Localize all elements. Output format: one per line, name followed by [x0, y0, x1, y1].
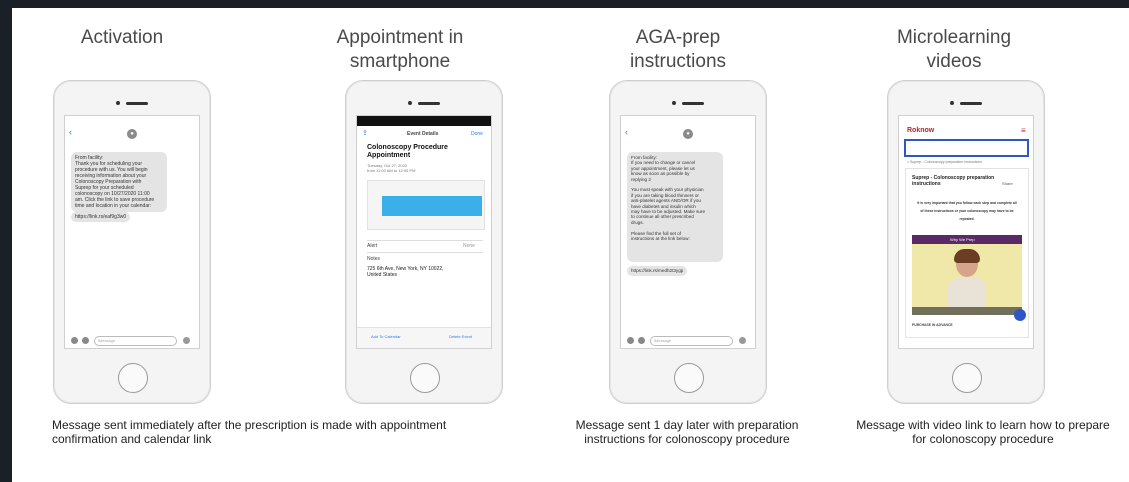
phone-screen: ‹ ● From facility: If you need to change…	[620, 115, 756, 349]
content-card: Suprep - Colonoscopy preparation instruc…	[905, 168, 1029, 338]
video-title: Why We Prep	[950, 237, 975, 242]
back-arrow-icon[interactable]: ‹	[625, 128, 628, 137]
home-button[interactable]	[952, 363, 982, 393]
calendar-link[interactable]: https://link.rs/eaf9g3w0	[71, 212, 131, 222]
send-icon[interactable]	[183, 337, 190, 344]
divider	[367, 252, 483, 253]
section-label: PURCHASE IN ADVANCE	[912, 323, 953, 327]
title-appointment: Appointment in smartphone	[336, 27, 464, 72]
menu-icon[interactable]: ≡	[1021, 126, 1026, 135]
share-icon[interactable]: ⇪	[362, 129, 368, 137]
phone-activation: ‹ ● From facility: Thank you for schedul…	[53, 80, 211, 404]
phone-microlearning: Roknow ≡ < Suprep - Colonoscopy preparat…	[887, 80, 1045, 404]
status-bar	[357, 116, 491, 126]
message-bubble: From facility: Thank you for scheduling …	[71, 152, 167, 212]
back-arrow-icon[interactable]: ‹	[69, 128, 72, 137]
alert-value[interactable]: None	[463, 243, 475, 249]
camera-icon[interactable]	[627, 337, 634, 344]
home-button[interactable]	[118, 363, 148, 393]
title-aga-prep: AGA-prep instructions	[629, 27, 727, 72]
message-bubble: From facility: If you need to change or …	[627, 152, 723, 262]
instructions-link[interactable]: https://link.rs/medh2t3ygp	[627, 266, 688, 276]
nav-title: Event Details	[407, 131, 439, 137]
video-title-banner: Why We Prep	[912, 235, 1022, 244]
video-player[interactable]: Why We Prep	[912, 235, 1022, 315]
divider	[367, 240, 483, 241]
card-title: Suprep - Colonoscopy preparation instruc…	[912, 175, 995, 187]
event-title: Colonoscopy Procedure Appointment	[367, 144, 448, 159]
camera-dot	[950, 101, 954, 105]
home-button[interactable]	[674, 363, 704, 393]
caption-aga-prep: Message sent 1 day later with preparatio…	[575, 418, 799, 446]
camera-dot	[672, 101, 676, 105]
contact-avatar: ●	[683, 129, 693, 139]
phone-appointment: ⇪ Event Details Done Colonoscopy Procedu…	[345, 80, 503, 404]
send-icon[interactable]	[739, 337, 746, 344]
title-activation: Activation	[80, 27, 164, 48]
contact-avatar: ●	[127, 129, 137, 139]
event-meta: Tuesday, Oct 27, 2020 from 11:00 AM to 1…	[367, 163, 416, 173]
done-button[interactable]: Done	[471, 131, 483, 137]
notes-value: 725 6th Ave, New York, NY 10022, United …	[367, 266, 444, 278]
phone-screen: ‹ ● From facility: Thank you for schedul…	[64, 115, 200, 349]
phone-aga-prep: ‹ ● From facility: If you need to change…	[609, 80, 767, 404]
apps-icon[interactable]	[82, 337, 89, 344]
home-button[interactable]	[410, 363, 440, 393]
calendar-preview	[367, 180, 485, 230]
camera-dot	[408, 101, 412, 105]
brand-logo: Roknow	[907, 127, 935, 134]
chat-fab[interactable]	[1014, 309, 1026, 321]
alert-label: Alert	[367, 243, 378, 249]
title-microlearning: Microlearning videos	[896, 27, 1012, 72]
presenter-hair	[954, 249, 980, 263]
caption-activation: Message sent immediately after the presc…	[52, 418, 447, 446]
speaker-grille	[960, 102, 982, 105]
message-input[interactable]: iMessage	[650, 336, 733, 346]
breadcrumb[interactable]: < Suprep - Colonoscopy preparation instr…	[907, 160, 982, 164]
speaker-grille	[418, 102, 440, 105]
presenter-body	[948, 277, 986, 307]
apps-icon[interactable]	[638, 337, 645, 344]
add-to-calendar-button[interactable]: Add To Calendar	[371, 334, 401, 339]
share-button[interactable]: Share	[1002, 181, 1013, 186]
delete-event-button[interactable]: Delete Event	[449, 334, 472, 339]
status-bar	[899, 116, 1033, 124]
intro-text: It is very important that you follow eac…	[917, 201, 1017, 221]
status-bar	[65, 116, 199, 124]
message-input[interactable]: iMessage	[94, 336, 177, 346]
phone-screen: ⇪ Event Details Done Colonoscopy Procedu…	[356, 115, 492, 349]
content-panel: Activation Appointment in smartphone AGA…	[12, 8, 1129, 482]
speaker-grille	[126, 102, 148, 105]
video-controls[interactable]	[912, 307, 1022, 315]
camera-dot	[116, 101, 120, 105]
search-input[interactable]	[904, 139, 1029, 157]
phone-screen: Roknow ≡ < Suprep - Colonoscopy preparat…	[898, 115, 1034, 349]
caption-microlearning: Message with video link to learn how to …	[856, 418, 1110, 446]
status-bar	[621, 116, 755, 124]
event-block	[382, 196, 482, 216]
camera-icon[interactable]	[71, 337, 78, 344]
notes-label: Notes	[367, 256, 381, 262]
speaker-grille	[682, 102, 704, 105]
